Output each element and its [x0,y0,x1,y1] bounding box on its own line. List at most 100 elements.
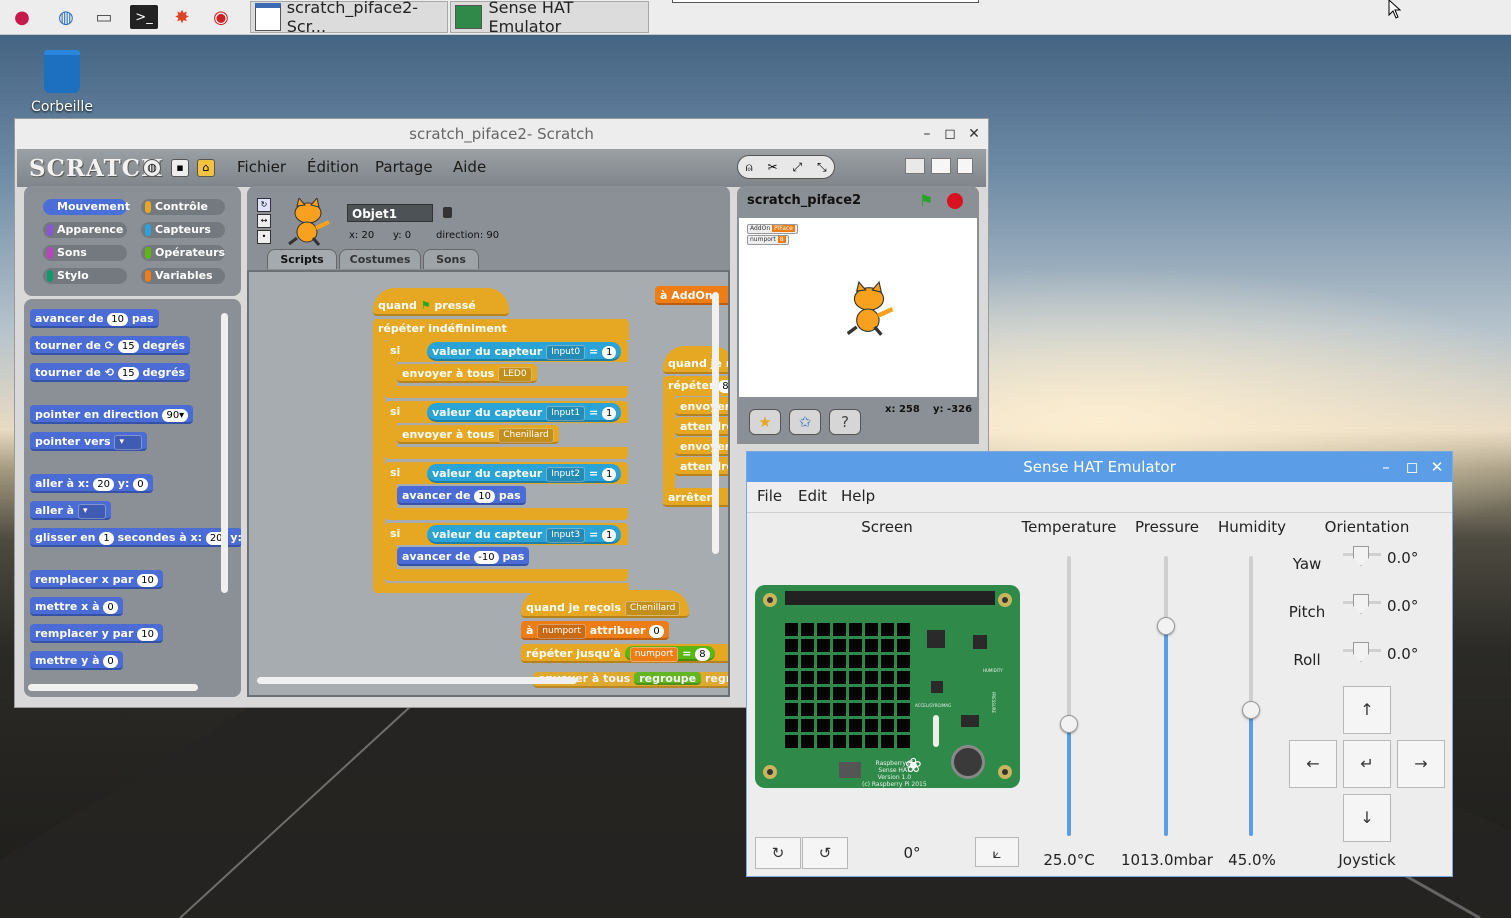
category-pen[interactable]: Stylo [43,268,127,284]
block-set-variable[interactable]: à numport attribuer 0 [521,621,669,640]
joystick-down-button[interactable]: ↓ [1343,794,1391,842]
delete-icon[interactable]: ✂ [768,160,778,174]
stage[interactable]: AddOn PiFace numport 8 [737,216,979,399]
move-block-3[interactable]: avancer de -10 pas [397,547,530,566]
maximize-button[interactable]: ◻ [1403,458,1421,476]
grow-icon[interactable]: ⤢ [792,160,802,175]
block-point-direction[interactable]: pointer en direction 90▾ [30,405,194,424]
flip-button[interactable]: ⟀ [975,837,1019,867]
raspberry-menu-icon[interactable]: ● [8,3,36,31]
sensor-block-2[interactable]: valeur du capteur Input2 = 1 [427,464,622,483]
flip-icon[interactable]: ↔ [257,214,271,228]
category-sensing[interactable]: Capteurs [141,222,225,238]
sensor-block-3[interactable]: valeur du capteur Input3 = 1 [427,525,622,544]
block-broadcast-a[interactable]: envoyer [675,397,728,416]
close-button[interactable]: ✕ [1428,458,1446,476]
pressure-knob[interactable] [1157,617,1175,635]
block-when-receive-2[interactable]: quand je r [663,346,728,374]
tab-costumes[interactable]: Costumes [339,249,421,269]
globe-icon[interactable]: ◍ [52,3,80,31]
language-globe-icon[interactable]: ◍ [143,159,161,177]
cat-sprite[interactable] [841,280,897,338]
scripts-vscrollbar[interactable] [712,292,719,554]
scratch-title-bar[interactable]: scratch_piface2- Scratch [15,119,988,149]
block-change-x[interactable]: remplacer x par 10 [30,570,163,589]
share-icon[interactable]: ⌂ [197,159,215,177]
category-motion[interactable]: Mouvement [43,199,130,215]
joystick-left-button[interactable]: ← [1289,740,1337,788]
no-rotate-icon[interactable]: • [257,230,271,244]
block-wait-b[interactable]: attendre [675,457,728,476]
layout-small-icon[interactable] [931,158,951,174]
joystick-enter-button[interactable]: ↵ [1343,740,1391,788]
roll-slider[interactable] [1353,642,1369,662]
sensor-block-1[interactable]: valeur du capteur Input1 = 1 [427,403,622,422]
layout-normal-icon[interactable] [905,158,925,174]
category-looks[interactable]: Apparence [43,222,127,238]
block-goto[interactable]: aller à ▾ [30,501,111,520]
block-when-receive[interactable]: quand je reçois Chenillard [521,590,689,618]
block-goto-xy[interactable]: aller à x: 20 y: 0 [30,474,153,493]
close-button[interactable]: ✕ [965,126,983,142]
shrink-icon[interactable]: ⤡ [817,160,827,175]
menu-file[interactable]: File [757,487,782,505]
folder-icon[interactable]: ▭ [90,3,118,31]
terminal-icon[interactable]: >_ [130,5,158,29]
menu-file[interactable]: Fichier [237,158,286,176]
burst-icon[interactable]: ✸ [168,3,196,31]
led-matrix[interactable] [785,623,910,748]
menu-share[interactable]: Partage [375,158,433,176]
humidity-knob[interactable] [1242,701,1260,719]
broadcast-block-0[interactable]: envoyer à tous LED0 [397,364,537,383]
block-broadcast-b[interactable]: envoyer [675,437,728,456]
scripts-area[interactable]: quand ⚑ pressé répéter indéfiniment si v… [247,270,730,697]
block-turn-ccw[interactable]: tourner de ⟲ 15 degrés [30,363,191,382]
block-point-towards[interactable]: pointer vers ▾ [30,432,148,451]
green-flag-button[interactable]: ⚑ [919,191,933,210]
rotate-all-icon[interactable]: ↻ [257,198,271,212]
lock-icon[interactable] [443,207,452,218]
trash-desktop-icon[interactable]: Corbeille [24,50,100,115]
move-block-2[interactable]: avancer de 10 pas [397,486,526,505]
presentation-icon[interactable] [957,158,973,174]
category-operators[interactable]: Opérateurs [141,245,225,261]
wolfram-icon[interactable]: ◉ [207,3,235,31]
menu-help[interactable]: Help [841,487,875,505]
broadcast-block-1[interactable]: envoyer à tous Chenillard [397,425,559,444]
block-turn-cw[interactable]: tourner de ⟳ 15 degrés [30,336,191,355]
block-when-flag-clicked[interactable]: quand ⚑ pressé [373,288,509,316]
rotate-counterclockwise-button[interactable]: ↺ [802,837,848,869]
block-wait-a[interactable]: attendre [675,417,728,436]
sprite-name-field[interactable]: Objet1 [347,204,433,222]
menu-help[interactable]: Aide [453,158,486,176]
menu-edit[interactable]: Édition [307,158,359,176]
palette-hscrollbar[interactable] [28,684,198,691]
minimize-button[interactable]: – [1377,458,1395,476]
block-set-y[interactable]: mettre y à 0 [30,651,123,670]
random-sprite-icon[interactable]: ? [829,409,861,435]
block-change-y[interactable]: remplacer y par 10 [30,624,163,643]
sense-title-bar[interactable]: Sense HAT Emulator [747,452,1452,482]
palette-scrollbar[interactable] [221,313,228,593]
block-stop[interactable]: arrêter [663,488,728,507]
minimize-button[interactable]: – [918,126,936,142]
tab-scripts[interactable]: Scripts [267,249,337,269]
maximize-button[interactable]: ◻ [941,126,959,142]
save-icon[interactable]: ▪ [171,159,189,177]
block-set-x[interactable]: mettre x à 0 [30,597,123,616]
menu-edit[interactable]: Edit [798,487,827,505]
tab-sounds[interactable]: Sons [423,249,479,269]
block-glide[interactable]: glisser en 1 secondes à x: 20 y: 0 [30,528,241,547]
task-scratch[interactable]: scratch_piface2- Scr... [250,0,448,36]
stop-button[interactable] [947,193,963,209]
temperature-knob[interactable] [1060,715,1078,733]
category-control[interactable]: Contrôle [141,199,225,215]
block-move[interactable]: avancer de 10 pas [30,309,159,328]
pitch-slider[interactable] [1353,594,1369,614]
paint-sprite-icon[interactable]: ★ [749,409,781,435]
block-repeat-until[interactable]: répéter jusqu'à numport = 8 [521,644,728,663]
sensor-block-0[interactable]: valeur du capteur Input0 = 1 [427,342,622,361]
yaw-slider[interactable] [1353,546,1369,566]
rotate-clockwise-button[interactable]: ↻ [755,837,801,869]
duplicate-icon[interactable]: ⍝ [745,160,752,175]
